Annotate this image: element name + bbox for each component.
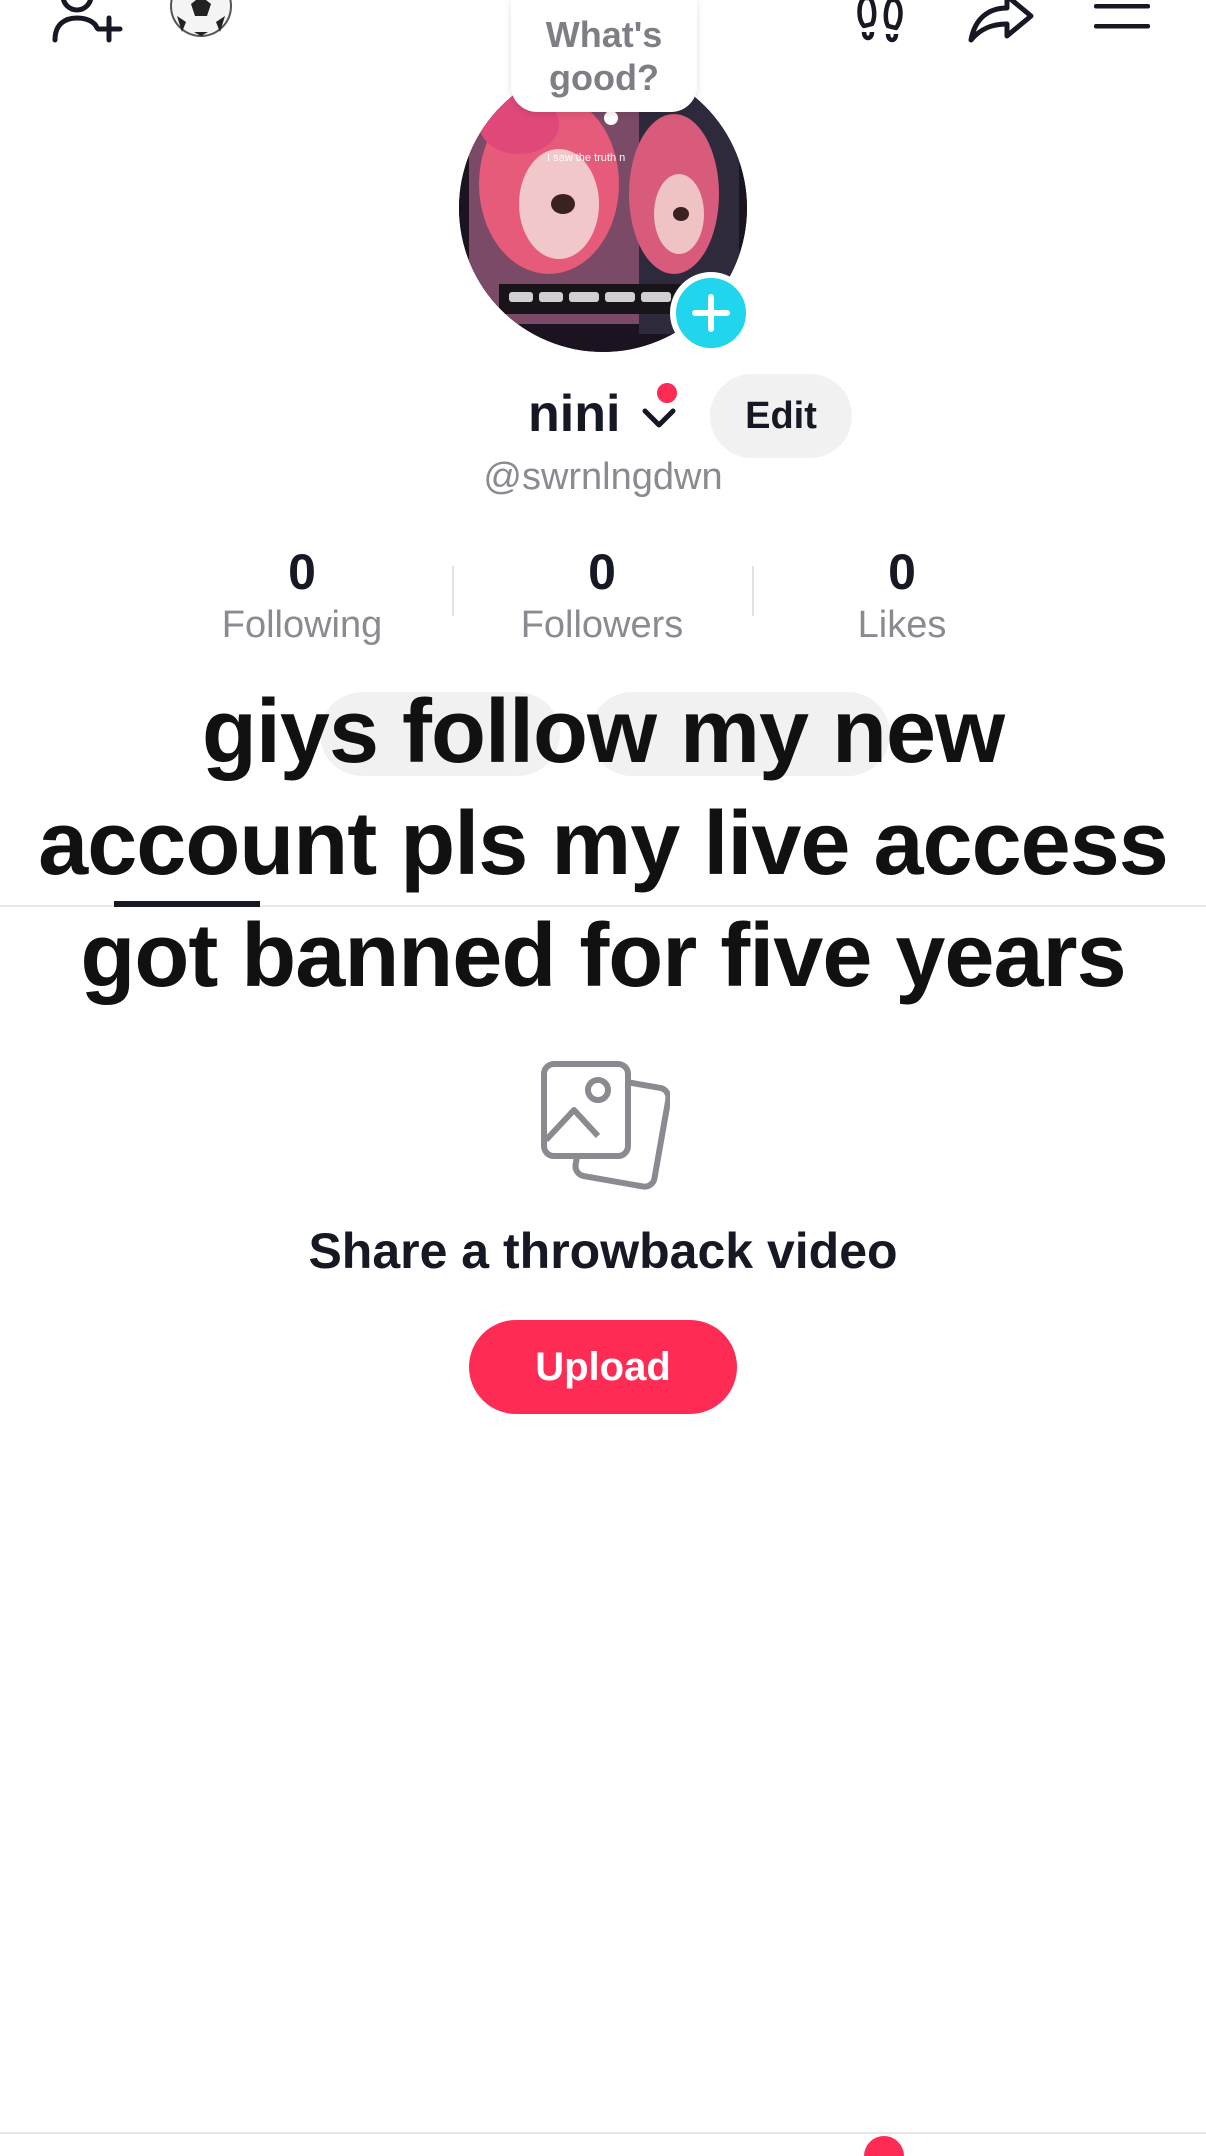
add-friend-button[interactable] [44, 0, 128, 52]
menu-button[interactable] [1090, 0, 1154, 46]
bottom-nav-divider [0, 2132, 1206, 2134]
plus-icon [692, 294, 730, 332]
chevron-down-icon [642, 408, 676, 428]
active-tab-indicator [114, 901, 260, 907]
stat-following-value: 0 [288, 544, 316, 600]
edit-profile-button[interactable]: Edit [710, 374, 852, 458]
stat-likes-value: 0 [888, 544, 916, 600]
soccer-ball-button[interactable] [166, 0, 236, 48]
avatar-dot [604, 111, 618, 125]
caption-line: giys follow my new [201, 682, 1005, 782]
hamburger-menu-icon [1094, 4, 1150, 29]
share-profile-button[interactable] [964, 0, 1036, 50]
caption-line: account pls my live access [38, 794, 1169, 894]
footprints-icon [857, 0, 903, 43]
edit-profile-label: Edit [745, 394, 817, 437]
avatar-caption: I saw the truth n [547, 152, 626, 164]
stat-following[interactable]: 0 Following [152, 544, 452, 648]
empty-state-title: Share a throwback video [308, 1223, 898, 1279]
person-plus-icon [52, 0, 123, 43]
stat-followers[interactable]: 0 Followers [452, 544, 752, 648]
stat-followers-value: 0 [588, 544, 616, 600]
stat-following-label: Following [221, 604, 383, 646]
status-bubble-text: What's good? [545, 14, 663, 98]
upload-button[interactable]: Upload [469, 1320, 737, 1414]
photos-icon [538, 1058, 672, 1190]
stat-followers-label: Followers [520, 604, 684, 646]
footprints-button[interactable] [850, 0, 914, 50]
add-story-button[interactable] [670, 272, 752, 354]
stat-likes-label: Likes [857, 604, 947, 646]
profile-name: nini [528, 385, 621, 443]
caption-line: got banned for five years [80, 906, 1126, 1006]
stat-likes[interactable]: 0 Likes [752, 544, 1052, 648]
share-arrow-icon [968, 0, 1034, 43]
soccer-ball-icon [170, 0, 232, 37]
bottom-nav-dot [864, 2136, 904, 2156]
caption-overlay: giys follow my new account pls my live a… [0, 676, 1206, 1012]
status-bubble[interactable]: What's good? [511, 0, 697, 112]
upload-label: Upload [535, 1344, 671, 1389]
profile-handle: @swrnlngdwn [483, 456, 723, 498]
notification-dot [654, 380, 680, 406]
